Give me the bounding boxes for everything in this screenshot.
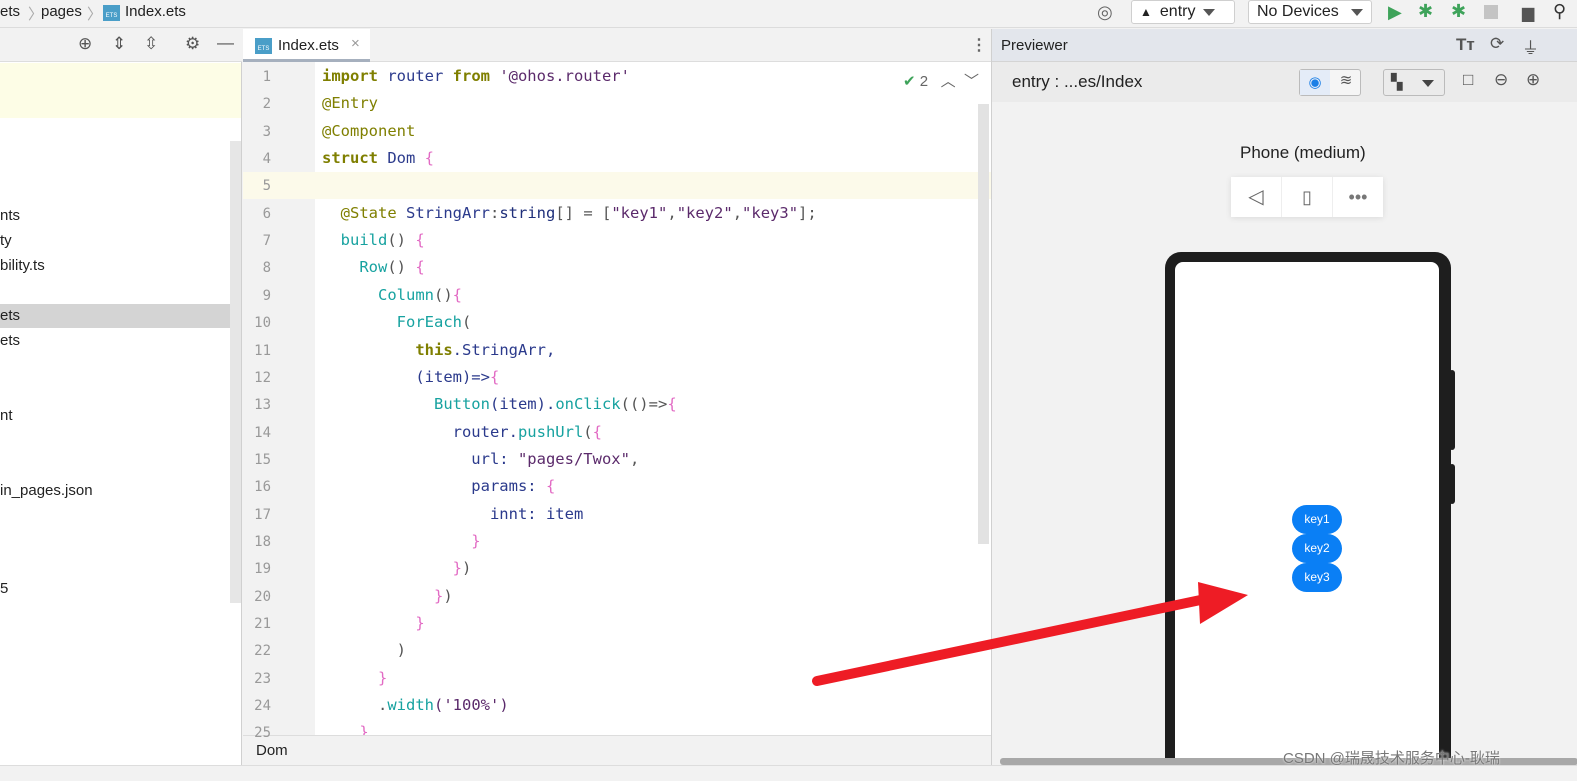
- annotation-arrow: [812, 582, 1248, 686]
- watermark: CSDN @瑞晟技术服务中心-耿瑞: [1283, 750, 1500, 767]
- arrow-shaft: [812, 593, 1215, 686]
- arrow-head: [1198, 582, 1248, 624]
